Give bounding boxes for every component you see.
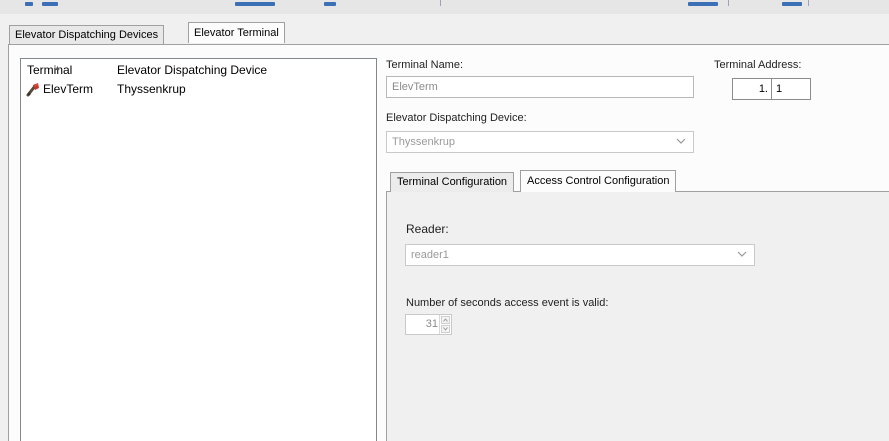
title-strip-separator <box>440 0 441 6</box>
sort-ascending-icon: ▲ <box>54 65 61 72</box>
tab-access-control-configuration[interactable]: Access Control Configuration <box>520 170 677 192</box>
reader-dropdown[interactable]: reader1 <box>405 244 755 266</box>
terminal-address-part1-field[interactable]: 1. <box>732 78 772 100</box>
terminal-list-header: Terminal ▲ Elevator Dispatching Device <box>21 59 376 79</box>
title-strip-mark <box>25 2 33 6</box>
title-strip-mark <box>42 2 58 6</box>
elevator-terminal-icon <box>26 83 39 97</box>
title-strip-mark <box>324 2 336 6</box>
window-title-strip <box>0 0 889 14</box>
access-control-configuration-panel <box>386 191 889 441</box>
tab-elevator-dispatching-devices[interactable]: Elevator Dispatching Devices <box>9 25 165 44</box>
seconds-valid-value: 31 <box>425 318 438 330</box>
title-strip-separator <box>808 0 809 6</box>
title-strip-mark <box>782 2 802 6</box>
terminal-address-part2-value: 1 <box>776 83 783 95</box>
elevator-dispatching-device-label: Elevator Dispatching Device: <box>386 112 527 124</box>
terminal-name-field[interactable]: ElevTerm <box>386 76 694 98</box>
terminal-address-part2-field[interactable]: 1 <box>771 78 811 100</box>
title-strip-mark <box>688 2 718 6</box>
terminal-address-label: Terminal Address: <box>714 59 802 71</box>
reader-value: reader1 <box>411 249 449 261</box>
title-strip-mark <box>235 2 275 6</box>
column-header-terminal-label: Terminal <box>27 63 73 77</box>
seconds-valid-label: Number of seconds access event is valid: <box>406 297 609 309</box>
chevron-down-icon <box>676 138 686 144</box>
seconds-valid-stepper[interactable]: 31 <box>405 314 452 335</box>
column-header-terminal[interactable]: Terminal ▲ <box>21 59 109 79</box>
tab-terminal-configuration[interactable]: Terminal Configuration <box>390 172 515 192</box>
terminal-name-cell: ElevTerm <box>43 82 94 96</box>
elevator-dispatching-device-value: Thyssenkrup <box>392 136 455 148</box>
elevator-dispatching-device-dropdown[interactable]: Thyssenkrup <box>386 131 694 153</box>
stepper-buttons <box>439 315 451 334</box>
column-header-elevator-dispatching-device[interactable]: Elevator Dispatching Device <box>111 59 371 79</box>
reader-label: Reader: <box>406 222 449 236</box>
table-row[interactable]: ElevTerm Thyssenkrup <box>21 80 376 99</box>
terminal-list[interactable]: Terminal ▲ Elevator Dispatching Device E… <box>20 58 377 441</box>
tab-elevator-terminal[interactable]: Elevator Terminal <box>188 22 285 43</box>
device-cell: Thyssenkrup <box>117 82 186 96</box>
terminal-address-part1-value: 1. <box>758 83 768 95</box>
chevron-down-icon <box>737 251 747 257</box>
stepper-up-icon[interactable] <box>441 316 450 324</box>
stepper-down-icon[interactable] <box>441 325 450 333</box>
title-strip-separator <box>728 0 729 6</box>
terminal-name-label: Terminal Name: <box>386 59 464 71</box>
